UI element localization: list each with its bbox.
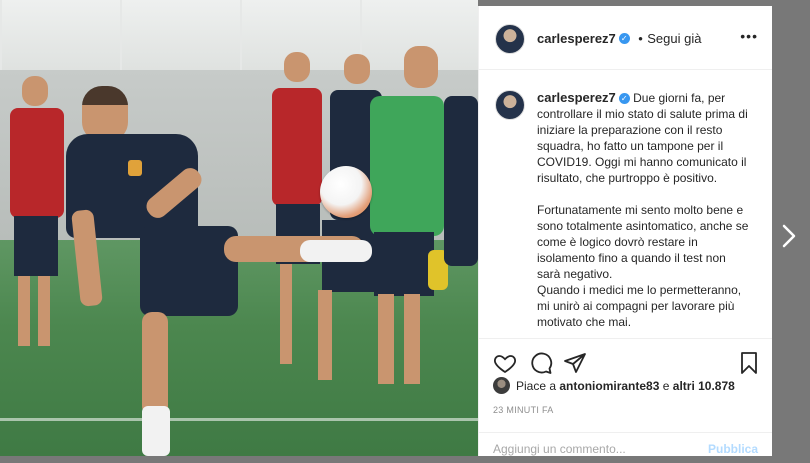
post-timestamp: 23 MINUTI FA bbox=[493, 405, 554, 415]
comment-icon[interactable] bbox=[529, 351, 553, 375]
player-body bbox=[370, 96, 444, 236]
author-avatar[interactable] bbox=[495, 24, 525, 54]
publish-button[interactable]: Pubblica bbox=[708, 442, 758, 456]
player-leg bbox=[378, 294, 394, 384]
likes-summary: Piace a antoniomirante83 e altri 10.878 bbox=[493, 377, 735, 394]
player-body bbox=[272, 88, 322, 206]
player-leg bbox=[280, 264, 292, 364]
pitch-line bbox=[0, 418, 478, 421]
heart-icon[interactable] bbox=[493, 351, 517, 375]
main-player-sock bbox=[142, 406, 170, 456]
caption-paragraph-1: Due giorni fa, per controllare il mio st… bbox=[537, 91, 748, 185]
club-crest bbox=[128, 160, 142, 176]
chevron-right-icon[interactable] bbox=[781, 224, 797, 248]
comment-input[interactable]: Aggiungi un commento... bbox=[493, 442, 626, 456]
main-player-sock bbox=[300, 240, 372, 262]
main-player-standing-leg bbox=[142, 312, 168, 416]
follow-separator: • bbox=[638, 31, 643, 46]
player-leg bbox=[18, 276, 30, 346]
caption-text: carlesperez7 ✓ Due giorni fa, per control… bbox=[537, 90, 752, 330]
liker-username[interactable]: antoniomirante83 bbox=[559, 379, 659, 393]
post-photo[interactable] bbox=[0, 0, 478, 456]
player-body bbox=[444, 96, 478, 266]
player-head bbox=[284, 52, 310, 82]
player-leg bbox=[404, 294, 420, 384]
player-leg bbox=[318, 290, 332, 380]
caption-avatar[interactable] bbox=[495, 90, 525, 120]
likes-connector: e bbox=[662, 378, 670, 393]
share-icon[interactable] bbox=[563, 351, 587, 375]
comments-area[interactable]: carlesperez7 ✓ Due giorni fa, per control… bbox=[479, 70, 772, 340]
post-actions: Piace a antoniomirante83 e altri 10.878 … bbox=[479, 338, 772, 459]
likes-prefix: Piace a bbox=[516, 378, 557, 393]
post-header: carlesperez7 ✓ • Segui già ••• bbox=[479, 6, 772, 70]
bookmark-icon[interactable] bbox=[737, 351, 761, 375]
player-leg bbox=[38, 276, 50, 346]
verified-badge-icon: ✓ bbox=[618, 33, 630, 45]
likes-others-link[interactable]: altri 10.878 bbox=[673, 379, 735, 393]
player-body bbox=[10, 108, 64, 218]
main-player-shorts bbox=[140, 226, 238, 316]
liker-avatar[interactable] bbox=[493, 377, 510, 394]
caption-paragraph-3: Quando i medici me lo permetteranno, mi … bbox=[537, 283, 742, 329]
player-head bbox=[22, 76, 48, 106]
player-shorts bbox=[14, 216, 58, 276]
author-username[interactable]: carlesperez7 bbox=[537, 31, 616, 46]
header-text: carlesperez7 ✓ • Segui già bbox=[537, 30, 701, 48]
caption-username[interactable]: carlesperez7 bbox=[537, 90, 616, 105]
football bbox=[320, 166, 372, 218]
player-shorts bbox=[374, 232, 434, 296]
following-button[interactable]: Segui già bbox=[647, 31, 701, 46]
more-options-icon[interactable]: ••• bbox=[740, 28, 758, 44]
post-panel: carlesperez7 ✓ • Segui già ••• carlespere… bbox=[478, 6, 772, 456]
caption-paragraph-2: Fortunatamente mi sento molto bene e son… bbox=[537, 203, 749, 281]
player-head bbox=[344, 54, 370, 84]
verified-badge-icon: ✓ bbox=[618, 93, 630, 105]
player-head bbox=[404, 46, 438, 88]
comment-bar: Aggiungi un commento... Pubblica bbox=[479, 432, 772, 463]
